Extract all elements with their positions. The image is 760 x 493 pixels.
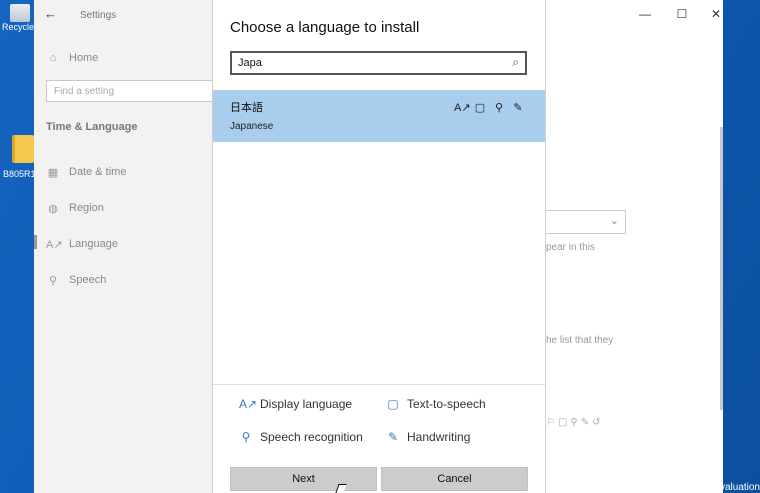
choose-language-dialog: Choose a language to install ⌕ 日本語 Japan… [212,0,546,493]
text-to-speech-icon: ▢ [387,397,399,411]
display-language-icon: A↗ [239,397,258,411]
minimize-button[interactable]: — [630,4,660,24]
sidebar-item-label: Home [69,52,99,64]
sidebar-item-language[interactable]: A↗ Language [34,233,212,257]
home-icon: ⌂ [49,52,57,64]
language-english-name: Japanese [230,121,274,132]
dialog-title: Choose a language to install [230,19,420,36]
chevron-down-icon: ⌄ [609,215,619,227]
handwriting-icon: ✎ [513,102,523,114]
folder-icon [12,135,34,163]
recycle-bin-icon [10,4,30,22]
sidebar-item-region[interactable]: ◍ Region [34,197,212,221]
settings-sidebar: ← Settings ⌂ Home Find a setting Time & … [34,0,216,493]
speech-recognition-icon: ⚲ [494,102,504,114]
language-results-list: 日本語 Japanese A↗ ▢ ⚲ ✎ [213,90,545,385]
feature-legend: A↗ Display language ▢ Text-to-speech ⚲ S… [213,392,545,452]
maximize-button[interactable]: ☐ [667,4,697,24]
feature-icons-row: ⚐▢⚲✎↺ [546,417,604,428]
legend-label: Speech recognition [260,430,363,444]
sidebar-item-date-time[interactable]: ▦ Date & time [34,161,212,185]
language-native-name: 日本語 [230,102,263,114]
legend-label: Display language [260,397,353,411]
handwriting-icon: ✎ [387,430,399,444]
section-heading: Time & Language [46,121,138,133]
globe-icon: ◍ [48,203,58,215]
sidebar-item-label: Language [69,238,118,250]
sidebar-item-label: Date & time [69,166,127,178]
legend-label: Handwriting [407,430,471,444]
language-search-box[interactable]: ⌕ [230,51,527,75]
text-to-speech-icon: ▢ [474,102,486,114]
list-item[interactable]: 日本語 Japanese A↗ ▢ ⚲ ✎ [213,90,545,142]
window-title: Settings [80,10,117,21]
calendar-icon: ▦ [47,167,59,179]
description-text: pear in this [546,242,595,253]
find-setting-input[interactable]: Find a setting [46,80,216,102]
speech-recognition-icon: ⚲ [241,430,251,444]
sidebar-item-label: Speech [69,274,107,286]
language-dropdown[interactable]: ⌄ [546,210,626,234]
back-arrow-icon[interactable]: ← [44,6,57,21]
evaluation-watermark: valuation [719,482,760,493]
description-text: he list that they [546,335,614,346]
language-search-input[interactable] [238,56,498,70]
legend-label: Text-to-speech [407,397,486,411]
search-icon[interactable]: ⌕ [512,55,519,70]
close-button[interactable]: ✕ [701,4,731,24]
recycle-bin-shortcut[interactable]: Recycle [0,0,36,32]
sidebar-item-home[interactable]: ⌂ Home [34,47,212,71]
cancel-button[interactable]: Cancel [381,467,528,491]
sidebar-item-label: Region [69,202,104,214]
settings-content-pane: — ☐ ✕ ⌄ pear in this he list that they ⚐… [546,0,723,493]
language-feature-icons: A↗ ▢ ⚲ ✎ [454,101,525,114]
scrollbar[interactable] [720,127,723,410]
microphone-icon: ⚲ [48,275,58,287]
recycle-bin-label: Recycle [2,22,35,32]
folder-shortcut[interactable]: B805R1U [0,135,42,179]
next-button[interactable]: Next [230,467,377,491]
language-icon: A↗ [46,239,63,251]
display-language-icon: A↗ [454,102,471,114]
sidebar-item-speech[interactable]: ⚲ Speech [34,269,212,293]
